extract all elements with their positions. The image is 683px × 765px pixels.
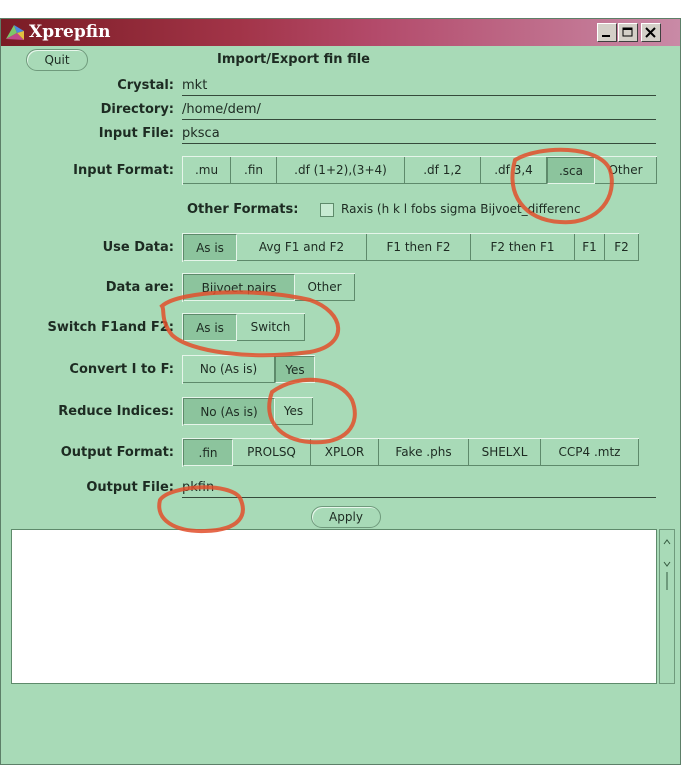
reduce-indices-label: Reduce Indices: [58,404,174,419]
data-are-group: Bijvoet pairs Other [182,273,355,302]
output-format-fin[interactable]: .fin [183,439,233,466]
input-format-other[interactable]: Other [595,157,657,184]
convert-label: Convert I to F: [69,362,174,377]
directory-underline [182,119,656,120]
switch-f1f2-label: Switch F1and F2: [47,320,174,335]
input-file-label: Input File: [98,126,174,141]
output-format-fake-phs[interactable]: Fake .phs [379,439,469,466]
output-format-xplor[interactable]: XPLOR [311,439,379,466]
input-format-df-34[interactable]: .df 3,4 [481,157,547,184]
use-data-f2[interactable]: F2 [605,234,639,261]
convert-yes[interactable]: Yes [275,356,315,383]
input-file-underline [182,143,656,144]
crystal-app-icon [6,25,24,40]
other-formats-text: Raxis (h k l fobs sigma Bijvoet_differen… [341,202,581,216]
window-title: Xprepfin [29,22,111,42]
input-format-sca[interactable]: .sca [547,157,595,184]
use-data-f1[interactable]: F1 [575,234,605,261]
crystal-underline [182,95,656,96]
use-data-avg[interactable]: Avg F1 and F2 [237,234,367,261]
data-are-bijvoet-pairs[interactable]: Bijvoet pairs [183,274,295,301]
xprepfin-window: Xprepfin Quit Import/Export fin file Cry… [0,18,681,765]
quit-button[interactable]: Quit [26,49,88,71]
input-format-fin[interactable]: .fin [231,157,277,184]
vertical-scrollbar[interactable] [659,529,675,684]
output-file-field[interactable]: pkfin [182,479,214,497]
reduce-yes[interactable]: Yes [275,398,313,425]
use-data-as-is[interactable]: As is [183,234,237,261]
switch-as-is[interactable]: As is [183,314,237,341]
crystal-field[interactable]: mkt [182,77,207,95]
crystal-label: Crystal: [117,78,174,93]
reduce-indices-group: No (As is) Yes [182,397,313,426]
scroll-arrows-icon [663,539,671,590]
output-format-label: Output Format: [60,445,174,460]
close-icon [645,27,656,38]
use-data-f1-then-f2[interactable]: F1 then F2 [367,234,471,261]
input-format-mu[interactable]: .mu [183,157,231,184]
reduce-no[interactable]: No (As is) [183,398,275,425]
switch-f1f2-group: As is Switch [182,313,305,342]
use-data-label: Use Data: [102,240,174,255]
output-file-underline [182,497,656,498]
directory-field[interactable]: /home/dem/ [182,101,261,119]
output-format-prolsq[interactable]: PROLSQ [233,439,311,466]
use-data-group: As is Avg F1 and F2 F1 then F2 F2 then F… [182,233,639,262]
output-format-group: .fin PROLSQ XPLOR Fake .phs SHELXL CCP4 … [182,438,639,467]
data-are-other[interactable]: Other [295,274,355,301]
maximize-icon [622,27,633,37]
input-format-label: Input Format: [73,163,174,178]
maximize-button[interactable] [618,23,638,42]
switch-switch[interactable]: Switch [237,314,305,341]
close-button[interactable] [641,23,661,42]
data-are-label: Data are: [105,280,174,295]
input-format-df-1234[interactable]: .df (1+2),(3+4) [277,157,405,184]
page-title: Import/Export fin file [217,52,370,67]
other-formats-checkbox[interactable] [320,203,334,217]
output-log-area[interactable] [11,529,657,684]
convert-group: No (As is) Yes [182,355,315,384]
title-bar[interactable]: Xprepfin [1,19,680,46]
directory-label: Directory: [100,102,174,117]
output-file-label: Output File: [86,480,174,495]
input-file-field[interactable]: pksca [182,125,220,143]
input-format-df-12[interactable]: .df 1,2 [405,157,481,184]
output-format-shelxl[interactable]: SHELXL [469,439,541,466]
minimize-icon [602,35,610,37]
apply-button[interactable]: Apply [311,506,381,528]
other-formats-label: Other Formats: [187,202,299,217]
use-data-f2-then-f1[interactable]: F2 then F1 [471,234,575,261]
output-format-ccp4-mtz[interactable]: CCP4 .mtz [541,439,639,466]
input-format-group: .mu .fin .df (1+2),(3+4) .df 1,2 .df 3,4… [182,156,657,185]
convert-no[interactable]: No (As is) [183,356,275,383]
minimize-button[interactable] [597,23,617,42]
